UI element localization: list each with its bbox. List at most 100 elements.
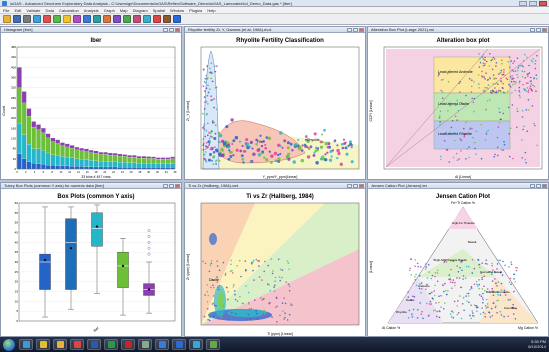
window-controls (519, 1, 547, 6)
sample-point (530, 59, 533, 62)
print-icon[interactable] (23, 15, 31, 23)
menu-edit[interactable]: Edit (14, 7, 21, 13)
shape-icon[interactable] (63, 15, 71, 23)
taskbar-button[interactable] (19, 339, 33, 350)
sample-point (231, 311, 233, 314)
summary-icon[interactable] (163, 15, 171, 23)
sample-point (428, 271, 430, 273)
sample-point (485, 307, 488, 309)
menu-diagram[interactable]: Diagram (133, 7, 148, 13)
diagram-icon[interactable] (143, 15, 151, 23)
sample-point (484, 139, 487, 141)
taskbar-button[interactable] (172, 339, 186, 350)
map-icon[interactable] (123, 15, 131, 23)
sample-point (494, 83, 496, 85)
color-icon[interactable] (53, 15, 61, 23)
maximize-button[interactable] (169, 28, 174, 32)
menu-validate[interactable]: Validate (26, 7, 40, 13)
minimize-button[interactable] (163, 28, 168, 32)
sample-point (510, 263, 513, 266)
probability-icon[interactable] (153, 15, 161, 23)
y-tick-label: 20 (15, 280, 19, 284)
sample-point (224, 274, 227, 276)
menu-spatial[interactable]: Spatial (153, 7, 165, 13)
minimize-button[interactable] (530, 28, 535, 32)
sample-point (288, 268, 290, 270)
sample-point (267, 136, 272, 141)
minimize-button[interactable] (519, 1, 527, 6)
save-icon[interactable] (13, 15, 21, 23)
outlier (147, 229, 151, 232)
taskbar-button[interactable] (189, 339, 203, 350)
maximize-button[interactable] (353, 184, 358, 188)
sample-point (430, 277, 433, 280)
histogram-window[interactable]: Histogram [Iber] Iber Count 33 bins # 49… (0, 26, 182, 180)
size-icon[interactable] (73, 15, 81, 23)
close-button[interactable] (542, 28, 547, 32)
sample-point (502, 87, 504, 90)
scatter-icon[interactable] (93, 15, 101, 23)
close-button[interactable] (359, 28, 364, 32)
minimize-button[interactable] (163, 184, 168, 188)
sample-point (518, 65, 520, 67)
spider-icon[interactable] (133, 15, 141, 23)
minimize-button[interactable] (530, 184, 535, 188)
sample-point (227, 157, 231, 161)
menu-analysis[interactable]: Analysis (84, 7, 99, 13)
maximize-button[interactable] (536, 28, 541, 32)
taskbar-button[interactable] (104, 339, 118, 350)
maximize-button[interactable] (169, 184, 174, 188)
maximize-button[interactable] (529, 1, 537, 6)
close-button[interactable] (175, 28, 180, 32)
close-button[interactable] (175, 184, 180, 188)
sample-point (485, 72, 487, 74)
alteration-window[interactable]: Alteration Box Plot (Large 2021).vsl Alt… (367, 26, 549, 180)
attributes-icon[interactable] (43, 15, 51, 23)
minimize-button[interactable] (347, 184, 352, 188)
menu-window[interactable]: Window (170, 7, 184, 13)
sample-point (216, 265, 219, 267)
menu-data[interactable]: Data (46, 7, 54, 13)
info-icon[interactable] (173, 15, 181, 23)
taskbar-button[interactable] (138, 339, 152, 350)
menu-help[interactable]: Help (207, 7, 215, 13)
sample-point (494, 87, 496, 89)
maximize-button[interactable] (536, 184, 541, 188)
boxplot-window[interactable]: Tukey Box Plots (common Y axis) for nume… (0, 182, 182, 337)
sample-point (298, 145, 301, 148)
tizr-window[interactable]: Ti vs Zr (Hallberg, 1984).vml Ti vs Zr (… (184, 182, 366, 337)
sample-point (481, 307, 483, 309)
jensen-window[interactable]: Jensen Cation Plot (Jensen).ter Jensen C… (367, 182, 549, 337)
close-button[interactable] (542, 184, 547, 188)
menu-graph[interactable]: Graph (104, 7, 115, 13)
minimize-button[interactable] (347, 28, 352, 32)
table-icon[interactable] (33, 15, 41, 23)
taskbar-button[interactable] (206, 339, 220, 350)
sample-point (487, 129, 489, 132)
taskbar-button[interactable] (87, 339, 101, 350)
boxplot-icon[interactable] (103, 15, 111, 23)
rhyolite-window[interactable]: Rhyolite fertility Zr, Y, Gamma (et al, … (184, 26, 366, 180)
sample-point (498, 122, 501, 124)
menu-file[interactable]: File (3, 7, 9, 13)
close-button[interactable] (539, 1, 547, 6)
taskbar-button[interactable] (155, 339, 169, 350)
sample-point (261, 279, 263, 281)
taskbar-button[interactable] (121, 339, 135, 350)
histogram-icon[interactable] (83, 15, 91, 23)
taskbar-button[interactable] (36, 339, 50, 350)
sample-point (288, 313, 291, 316)
close-button[interactable] (359, 184, 364, 188)
sample-point (495, 77, 497, 80)
open-icon[interactable] (3, 15, 11, 23)
sample-point (258, 260, 261, 262)
sample-point (497, 73, 500, 75)
menu-map[interactable]: Map (120, 7, 128, 13)
start-button[interactable] (3, 338, 15, 351)
ternary-icon[interactable] (113, 15, 121, 23)
taskbar-button[interactable] (53, 339, 67, 350)
taskbar-button[interactable] (70, 339, 84, 350)
menu-plugins[interactable]: Plugins (189, 7, 202, 13)
maximize-button[interactable] (353, 28, 358, 32)
menu-calculation[interactable]: Calculation (59, 7, 79, 13)
